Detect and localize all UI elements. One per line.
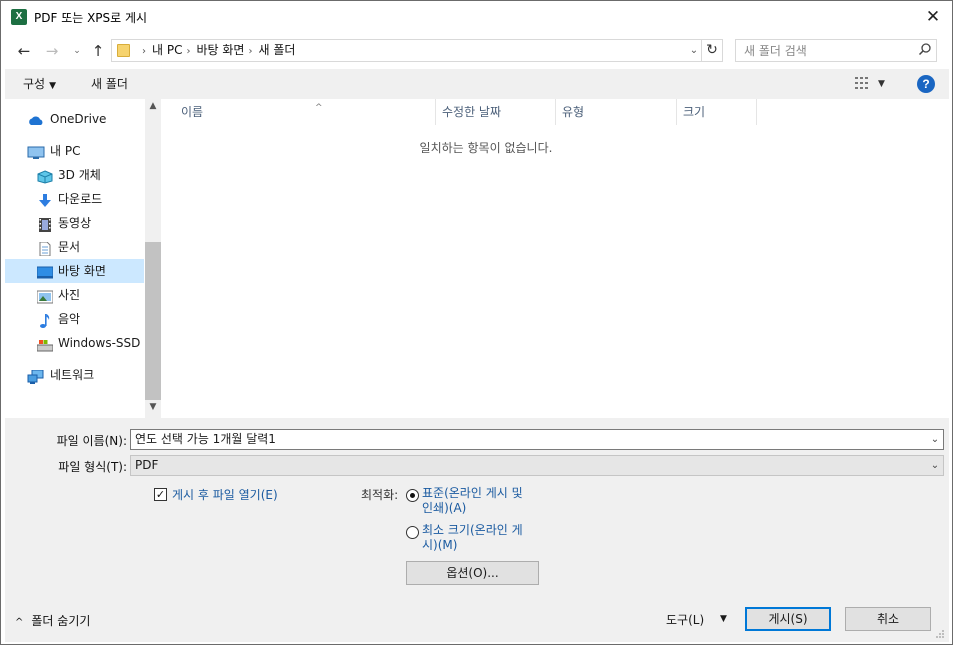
scrollbar-thumb[interactable]	[145, 242, 161, 400]
documents-icon	[37, 240, 52, 257]
excel-icon: X	[11, 9, 27, 25]
up-arrow-icon[interactable]: ↑	[87, 41, 109, 61]
folder-icon	[117, 44, 130, 57]
chevron-up-icon: ^	[15, 617, 24, 628]
window-title: PDF 또는 XPS로 게시	[34, 11, 148, 25]
nav-item-network[interactable]: 네트워크	[5, 363, 144, 387]
nav-item-music[interactable]: 음악	[5, 307, 144, 331]
optimize-label: 최적화:	[361, 488, 399, 502]
minimum-size-option-label[interactable]: 최소 크기(온라인 게 시)(M)	[422, 523, 542, 553]
cancel-button[interactable]: 취소	[845, 607, 931, 631]
open-after-publish-checkbox[interactable]: ✓	[154, 488, 167, 501]
download-icon	[37, 192, 52, 207]
filetype-label: 파일 형식(T):	[58, 460, 127, 474]
nav-item-documents[interactable]: 문서	[5, 235, 144, 259]
chevron-down-icon[interactable]: ⌄	[927, 430, 943, 449]
standard-option-label[interactable]: 표준(온라인 게시 및 인쇄)(A)	[422, 486, 542, 516]
standard-radio[interactable]	[406, 489, 419, 502]
search-icon[interactable]	[917, 42, 933, 60]
empty-message: 일치하는 항목이 없습니다.	[419, 141, 553, 155]
chevron-right-icon[interactable]: ›	[248, 46, 252, 57]
filetype-value: PDF	[135, 458, 159, 472]
breadcrumb: › 내 PC › 바탕 화면 › 새 폴더	[138, 40, 295, 61]
scroll-up-arrow-icon[interactable]: ▲	[145, 101, 161, 115]
nav-item-desktop[interactable]: 바탕 화면	[5, 259, 144, 283]
new-folder-button[interactable]: 새 폴더	[91, 74, 128, 94]
onedrive-icon	[27, 112, 43, 126]
music-icon	[37, 312, 52, 328]
chevron-right-icon[interactable]: ›	[186, 46, 190, 57]
chevron-down-icon[interactable]: ⌄	[686, 40, 702, 61]
scroll-down-arrow-icon[interactable]: ▼	[145, 402, 161, 416]
network-icon	[27, 368, 44, 384]
navigation-pane: OneDrive 내 PC 3D 개체 다운로드 동영상 문서 바탕 화면 사진…	[5, 99, 161, 418]
refresh-icon[interactable]: ↻	[702, 39, 723, 62]
nav-item-onedrive[interactable]: OneDrive	[5, 107, 144, 131]
nav-scrollbar[interactable]: ▲ ▼	[145, 99, 161, 418]
title-bar: X PDF 또는 XPS로 게시 ✕	[1, 1, 952, 33]
nav-item-pc[interactable]: 내 PC	[5, 139, 144, 163]
nav-item-videos[interactable]: 동영상	[5, 211, 144, 235]
publish-dialog: X PDF 또는 XPS로 게시 ✕ ← → ⌄ ↑ › 내 PC › 바탕 화면 › 새…	[0, 0, 953, 645]
nav-item-pictures[interactable]: 사진	[5, 283, 144, 307]
recent-locations-chevron-icon[interactable]: ⌄	[69, 41, 85, 61]
organize-label: 구성	[23, 77, 46, 91]
search-input[interactable]	[744, 42, 914, 60]
nav-item-downloads[interactable]: 다운로드	[5, 187, 144, 211]
filetype-select[interactable]: PDF ⌄	[130, 455, 944, 476]
hide-folders-toggle[interactable]: ^ 폴더 숨기기	[15, 612, 90, 629]
file-list[interactable]: 이름 ^ 수정한 날짜 유형 크기 일치하는 항목이 없습니다.	[161, 99, 949, 418]
filename-combobox[interactable]: 연도 선택 가능 1개월 달력1 ⌄	[130, 429, 944, 450]
breadcrumb-item-desktop[interactable]: 바탕 화면	[196, 43, 244, 57]
breadcrumb-item-pc[interactable]: 내 PC	[152, 43, 182, 57]
chevron-right-icon: ›	[142, 46, 146, 57]
back-arrow-icon[interactable]: ←	[13, 41, 35, 61]
save-options-panel: 파일 이름(N): 연도 선택 가능 1개월 달력1 ⌄ 파일 형식(T): P…	[5, 418, 949, 642]
caret-down-icon[interactable]: ▼	[878, 74, 885, 94]
publish-button[interactable]: 게시(S)	[745, 607, 831, 631]
close-button[interactable]: ✕	[916, 3, 950, 31]
help-icon[interactable]: ?	[917, 75, 935, 93]
desktop-icon	[36, 264, 54, 279]
options-button[interactable]: 옵션(O)...	[406, 561, 539, 585]
forward-arrow-icon[interactable]: →	[41, 41, 63, 61]
address-bar[interactable]: › 내 PC › 바탕 화면 › 새 폴더 ⌄	[111, 39, 702, 62]
videos-icon	[37, 216, 52, 232]
organize-button[interactable]: 구성 ▼	[23, 74, 56, 94]
column-header-name[interactable]: 이름 ^	[175, 99, 436, 125]
caret-down-icon[interactable]: ▼	[720, 611, 727, 627]
nav-item-3d-objects[interactable]: 3D 개체	[5, 163, 144, 187]
minimum-size-radio[interactable]	[406, 526, 419, 539]
column-header-size[interactable]: 크기	[677, 99, 757, 125]
sort-ascending-icon: ^	[315, 103, 323, 113]
caret-down-icon: ▼	[49, 81, 57, 91]
drive-icon	[36, 336, 54, 352]
command-toolbar: 구성 ▼ 새 폴더 ▼ ?	[5, 69, 949, 99]
column-header-date-modified[interactable]: 수정한 날짜	[436, 99, 556, 125]
3d-objects-icon	[37, 168, 53, 184]
search-box[interactable]	[735, 39, 937, 62]
resize-grip-icon[interactable]	[935, 629, 945, 639]
pictures-icon	[36, 288, 54, 304]
tools-button[interactable]: 도구(L)	[666, 611, 704, 628]
radio-selected-dot	[410, 493, 415, 498]
chevron-down-icon[interactable]: ⌄	[927, 456, 943, 475]
view-options-icon[interactable]	[854, 76, 872, 90]
open-after-publish-label[interactable]: 게시 후 파일 열기(E)	[172, 486, 278, 503]
column-header-type[interactable]: 유형	[556, 99, 677, 125]
filename-label: 파일 이름(N):	[56, 434, 127, 448]
nav-item-windows-ssd[interactable]: Windows-SSD (	[5, 331, 144, 355]
pc-icon	[27, 144, 45, 159]
breadcrumb-item-new-folder[interactable]: 새 폴더	[258, 43, 295, 57]
hide-folders-label: 폴더 숨기기	[31, 614, 91, 628]
filename-input[interactable]: 연도 선택 가능 1개월 달력1	[135, 430, 276, 449]
